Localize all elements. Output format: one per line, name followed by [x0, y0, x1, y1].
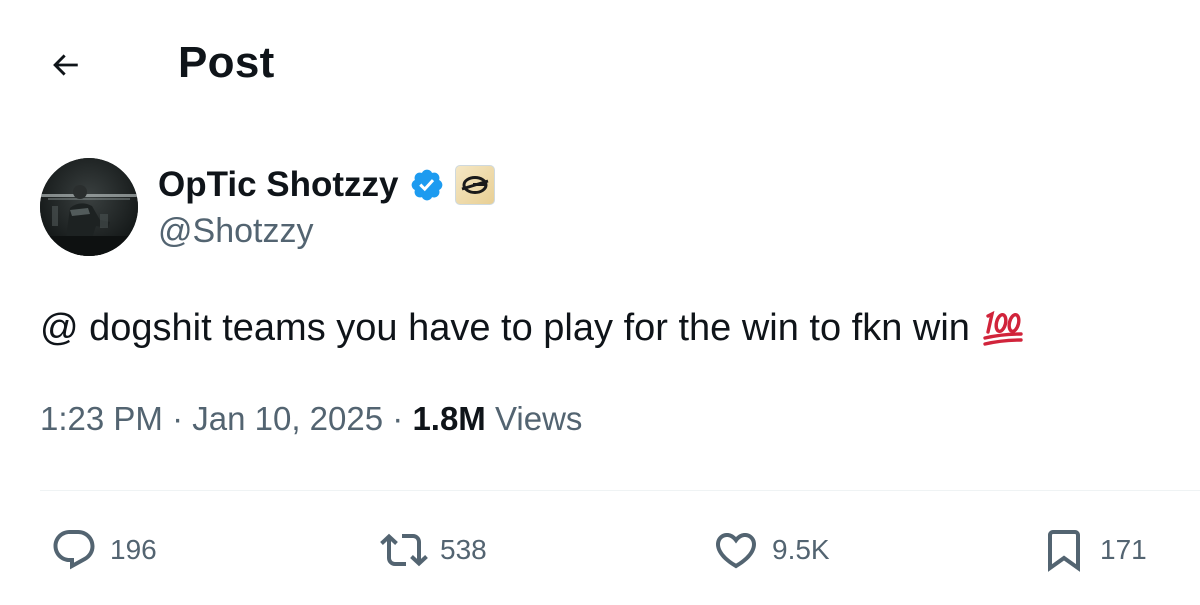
- post-time[interactable]: 1:23 PM: [40, 400, 163, 437]
- post-text: @ dogshit teams you have to play for the…: [40, 303, 1024, 353]
- action-bar: 196 538 9.5K 171: [40, 515, 1160, 585]
- display-name-row: OpTic Shotzzy: [158, 162, 495, 208]
- repost-button[interactable]: 538: [380, 515, 487, 585]
- post-header: Post: [0, 0, 1200, 130]
- divider: [40, 490, 1200, 491]
- optic-gaming-logo-icon[interactable]: [454, 165, 495, 205]
- heart-icon: [715, 533, 757, 569]
- meta-separator: ·: [172, 400, 193, 437]
- hundred-points-emoji-icon: [983, 310, 1023, 346]
- display-name[interactable]: OpTic Shotzzy: [158, 165, 399, 205]
- post-date[interactable]: Jan 10, 2025: [192, 400, 383, 437]
- arrow-left-icon: [53, 54, 78, 76]
- bookmark-button[interactable]: 171: [1040, 515, 1147, 585]
- avatar-image: [40, 158, 138, 256]
- reply-count: 196: [110, 534, 157, 565]
- bookmark-count: 171: [1100, 534, 1147, 565]
- views-label: Views: [494, 400, 583, 437]
- repost-icon: [380, 533, 428, 567]
- post-meta: 1:23 PM · Jan 10, 2025 · 1.8M Views: [40, 400, 582, 438]
- bookmark-icon: [1048, 530, 1080, 572]
- page-title: Post: [178, 38, 275, 87]
- verified-badge-icon[interactable]: [409, 167, 445, 203]
- like-count: 9.5K: [772, 534, 830, 565]
- meta-separator: ·: [392, 400, 413, 437]
- back-button[interactable]: [40, 42, 90, 88]
- reply-button[interactable]: 196: [50, 515, 157, 585]
- reply-bubble-icon: [53, 530, 95, 570]
- post-body: @ dogshit teams you have to play for the…: [40, 307, 970, 349]
- views-count: 1.8M: [412, 400, 486, 437]
- like-button[interactable]: 9.5K: [712, 515, 830, 585]
- avatar[interactable]: [40, 158, 138, 256]
- repost-count: 538: [440, 534, 487, 565]
- user-handle[interactable]: @Shotzzy: [158, 212, 313, 251]
- author-block: OpTic Shotzzy @Shotzzy: [40, 158, 740, 258]
